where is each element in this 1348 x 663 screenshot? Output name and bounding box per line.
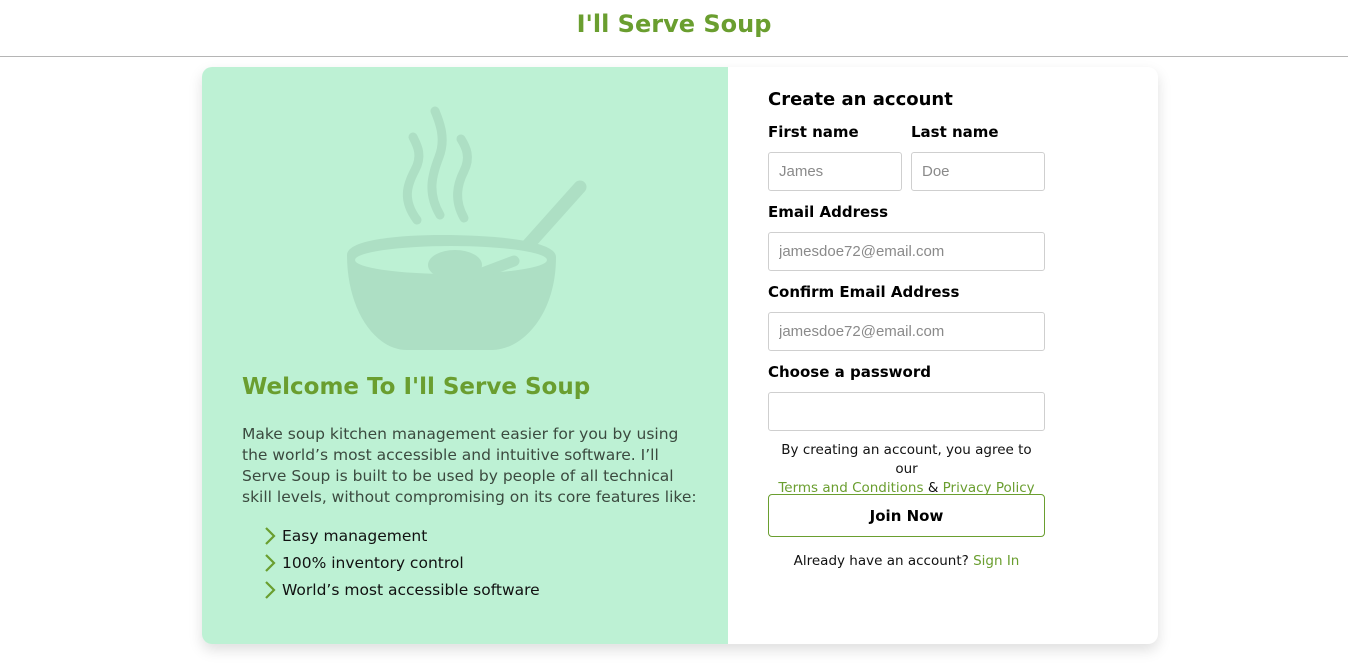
chevron-right-icon — [265, 553, 276, 572]
password-field[interactable] — [768, 392, 1045, 431]
welcome-panel: Welcome To I'll Serve Soup Make soup kit… — [202, 67, 728, 644]
feature-list: Easy management 100% inventory control W… — [262, 522, 540, 603]
last-name-label: Last name — [911, 123, 999, 141]
chevron-right-icon — [265, 580, 276, 599]
feature-item: World’s most accessible software — [262, 576, 540, 603]
first-name-label: First name — [768, 123, 859, 141]
terms-prefix: By creating an account, you agree to our — [781, 442, 1032, 477]
join-now-button[interactable]: Join Now — [768, 494, 1045, 537]
soup-bowl-icon — [347, 106, 587, 350]
chevron-right-icon — [265, 526, 276, 545]
feature-label: Easy management — [282, 526, 428, 545]
sign-in-link[interactable]: Sign In — [973, 553, 1019, 569]
password-label: Choose a password — [768, 363, 931, 381]
brand-title: I'll Serve Soup — [576, 10, 772, 38]
top-bar: I'll Serve Soup — [0, 0, 1348, 57]
confirm-email-label: Confirm Email Address — [768, 283, 960, 301]
email-label: Email Address — [768, 203, 889, 221]
signup-form: Create an account First name Last name E… — [768, 67, 1045, 644]
feature-label: 100% inventory control — [282, 553, 464, 572]
last-name-field[interactable] — [911, 152, 1045, 191]
feature-item: Easy management — [262, 522, 540, 549]
welcome-title: Welcome To I'll Serve Soup — [242, 374, 591, 400]
form-title: Create an account — [768, 89, 953, 110]
first-name-field[interactable] — [768, 152, 902, 191]
confirm-email-field[interactable] — [768, 312, 1045, 351]
signup-card: Welcome To I'll Serve Soup Make soup kit… — [202, 67, 1158, 644]
feature-item: 100% inventory control — [262, 549, 540, 576]
feature-label: World’s most accessible software — [282, 580, 540, 599]
signin-prompt: Already have an account? Sign In — [768, 553, 1045, 569]
email-field[interactable] — [768, 232, 1045, 271]
terms-notice: By creating an account, you agree to our… — [768, 441, 1045, 498]
signin-prefix: Already have an account? — [793, 553, 969, 569]
intro-text: Make soup kitchen management easier for … — [242, 425, 697, 506]
